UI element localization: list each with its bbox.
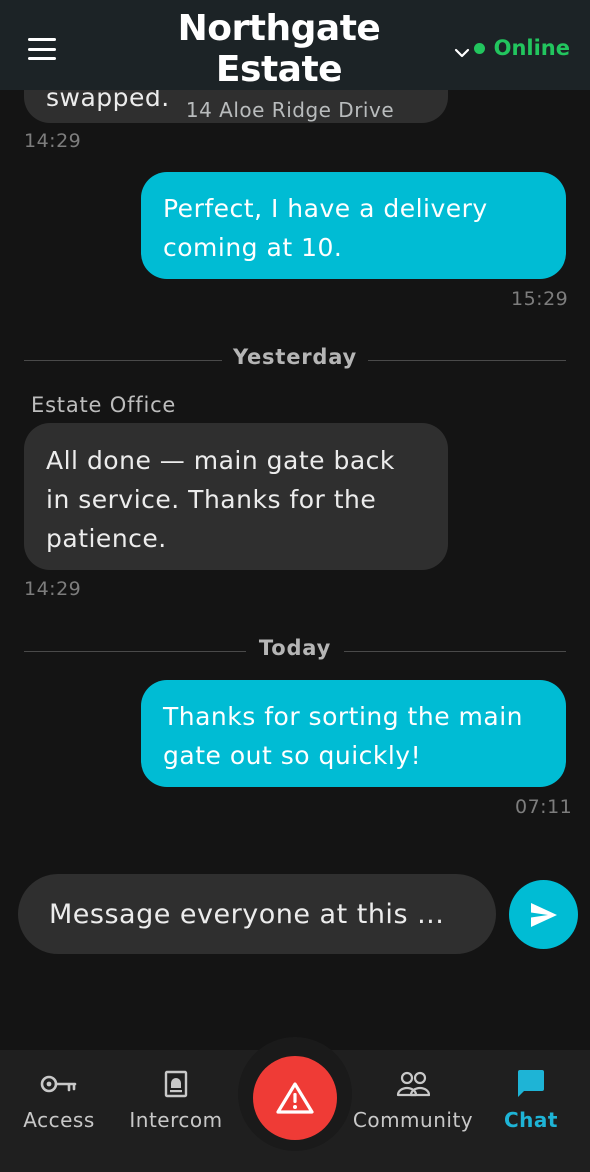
message-time: 15:29: [511, 288, 569, 310]
people-icon: [396, 1068, 430, 1100]
status-label: Online: [493, 36, 570, 60]
key-icon: [40, 1068, 78, 1100]
message-line: coming at 10.: [163, 233, 343, 262]
message-line: gate out so quickly!: [163, 741, 422, 770]
chevron-down-icon: [454, 40, 470, 64]
send-icon: [530, 902, 557, 927]
nav-label: Chat: [504, 1108, 558, 1132]
warning-icon: [276, 1082, 314, 1114]
nav-label: Access: [23, 1108, 95, 1132]
chat-icon: [515, 1068, 547, 1100]
message-line: Perfect, I have a delivery: [163, 194, 488, 223]
message-time: 14:29: [24, 130, 82, 152]
chat-thread: swapped. 14:29 Perfect, I have a deliver…: [0, 0, 590, 860]
message-line: in service. Thanks for the: [46, 485, 377, 514]
message-bubble-outgoing: Thanks for sorting the main gate out so …: [141, 680, 566, 787]
sender-name: Estate Office: [31, 393, 177, 417]
message-time: 14:29: [24, 578, 82, 600]
connection-status: Online: [473, 36, 570, 60]
message-time: 07:11: [515, 796, 573, 818]
date-divider: Today: [24, 636, 566, 666]
estate-address: 14 Aloe Ridge Drive: [185, 98, 395, 122]
estate-title: Northgate Estate: [177, 8, 381, 90]
bell-icon: [163, 1068, 189, 1100]
nav-item-intercom[interactable]: Intercom: [117, 1050, 235, 1172]
send-button[interactable]: [509, 880, 578, 949]
menu-icon[interactable]: [28, 38, 56, 60]
nav-label: Intercom: [129, 1108, 223, 1132]
sos-button[interactable]: [253, 1056, 337, 1140]
message-line: All done — main gate back: [46, 446, 395, 475]
message-input[interactable]: [49, 898, 469, 930]
nav-item-community[interactable]: Community: [352, 1050, 474, 1172]
message-bubble-outgoing: Perfect, I have a delivery coming at 10.: [141, 172, 566, 279]
message-line: Thanks for sorting the main: [163, 702, 523, 731]
app-header: Northgate Estate 14 Aloe Ridge Drive Onl…: [0, 0, 590, 122]
nav-item-chat[interactable]: Chat: [472, 1050, 590, 1172]
nav-label: Community: [352, 1108, 474, 1132]
nav-item-access[interactable]: Access: [0, 1050, 118, 1172]
message-line: patience.: [46, 524, 167, 553]
message-composer[interactable]: [18, 874, 496, 954]
date-divider-label: Yesterday: [232, 345, 358, 369]
status-dot-icon: [473, 42, 485, 54]
message-bubble-incoming: All done — main gate back in service. Th…: [24, 423, 448, 570]
date-divider-label: Today: [258, 636, 332, 660]
date-divider: Yesterday: [24, 345, 566, 375]
estate-selector[interactable]: Northgate Estate 14 Aloe Ridge Drive: [110, 8, 470, 122]
